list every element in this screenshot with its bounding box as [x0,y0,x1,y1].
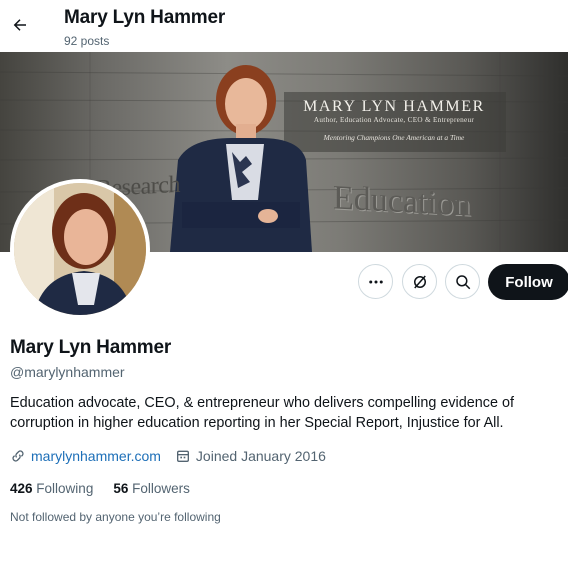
more-icon [368,280,383,283]
website-link[interactable]: marylynhammer.com [31,448,161,464]
calendar-icon [176,450,189,462]
post-count: 92 posts [64,34,110,48]
not-followed-note: Not followed by anyone you’re following [10,510,221,524]
profile-bio: Education advocate, CEO, & entrepreneur … [10,395,514,431]
following-count: 426 [10,481,33,496]
top-bar: Mary Lyn Hammer 92 posts [0,0,568,52]
following-link[interactable]: 426 Following [10,481,93,496]
more-button[interactable] [358,264,393,299]
following-label: Following [36,481,94,496]
followers-count: 56 [113,481,129,496]
follow-button[interactable]: Follow [488,264,568,300]
grok-button[interactable] [402,264,437,299]
follow-stats: 426 Following 56 Followers [10,481,210,496]
search-icon [455,274,470,289]
website-item[interactable]: marylynhammer.com [10,448,161,464]
banner-tagline: Mentoring Champions One American at a Ti… [323,133,465,142]
link-icon [12,450,24,462]
profile-handle: @marylynhammer [10,364,125,380]
followers-label: Followers [132,481,190,496]
followers-link[interactable]: 56 Followers [113,481,190,496]
joined-date: Joined January 2016 [195,448,326,464]
avatar[interactable] [10,179,150,319]
banner-subtitle: Author, Education Advocate, CEO & Entrep… [313,116,475,124]
profile-meta: marylynhammer.com Joined January 2016 [10,446,326,466]
banner-wall-education: Education [333,179,471,224]
grok-icon [413,275,426,288]
arrow-left-icon [13,19,26,31]
profile-tabs [0,560,568,568]
banner-title: MARY LYN HAMMER [303,98,485,115]
avatar-photo [14,183,146,315]
search-button[interactable] [445,264,480,299]
back-button[interactable] [6,10,34,40]
profile-name: Mary Lyn Hammer [10,337,172,358]
joined-item: Joined January 2016 [175,448,326,464]
header-name: Mary Lyn Hammer [64,7,226,28]
